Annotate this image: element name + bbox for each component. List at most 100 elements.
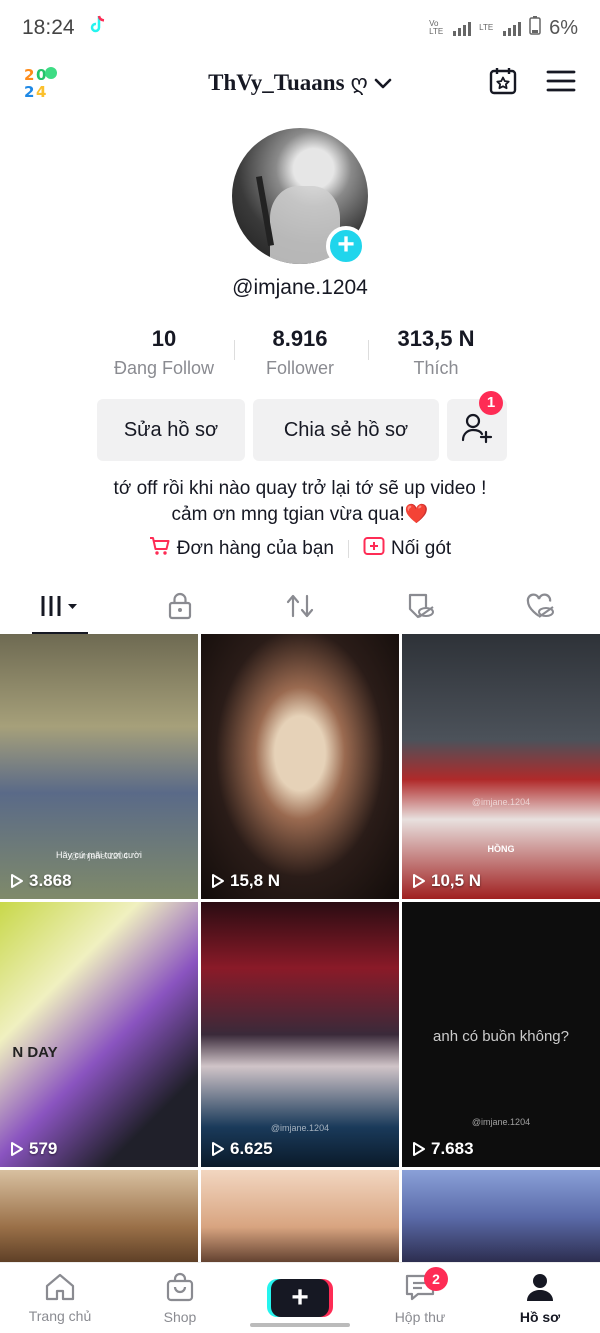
plus-square-icon	[363, 536, 385, 562]
tab-videos[interactable]	[0, 582, 120, 634]
year-2024-logo-icon[interactable]: 2 0 2 4	[22, 64, 58, 101]
view-count-value: 7.683	[431, 1139, 474, 1158]
view-count: 579	[10, 1139, 57, 1159]
stat-following-label: Đang Follow	[113, 358, 215, 378]
content-tabs	[0, 582, 600, 634]
view-count: 7.683	[412, 1139, 474, 1159]
video-thumbnail[interactable]: Hãy cứ mãi tươi cười @imjane.1204 3.868	[0, 634, 198, 899]
stat-following[interactable]: 10 Đang Follow	[96, 326, 232, 379]
username-suffix: ღ	[350, 70, 368, 96]
volte-indicator: Vo LTE	[429, 19, 444, 36]
profile-links: Đơn hàng của bạn Nối gót	[0, 536, 600, 562]
svg-text:4: 4	[36, 83, 46, 100]
bio-line-2: cảm ơn mng tgian vừa qua!❤️	[171, 504, 429, 525]
profile-actions: Sửa hồ sơ Chia sẻ hồ sơ 1	[97, 391, 507, 461]
status-time: 18:24	[22, 16, 75, 39]
inbox-badge: 2	[424, 1267, 448, 1291]
battery-level: 6%	[549, 16, 578, 39]
video-thumbnail[interactable]: 15,8 N	[201, 634, 399, 899]
add-yours-link[interactable]: Nối gót	[363, 536, 451, 562]
tab-private[interactable]	[120, 582, 240, 634]
stat-followers-value: 8.916	[272, 326, 328, 351]
tab-reposts[interactable]	[240, 582, 360, 634]
video-watermark: @imjane.1204	[471, 1117, 531, 1127]
view-count: 15,8 N	[211, 871, 280, 891]
battery-icon	[529, 15, 541, 41]
status-bar: 18:24 Vo LTE LTE 6%	[0, 0, 600, 56]
home-icon	[44, 1273, 76, 1304]
stat-following-value: 10	[151, 326, 177, 351]
lte-indicator: LTE	[479, 23, 494, 32]
creator-calendar-icon[interactable]	[488, 66, 518, 101]
video-grid: Hãy cứ mãi tươi cười @imjane.1204 3.868 …	[0, 634, 600, 1265]
add-user-icon	[460, 410, 494, 450]
share-profile-button[interactable]: Chia sẻ hồ sơ	[253, 399, 439, 461]
stat-likes-label: Thích	[413, 358, 459, 378]
orders-link[interactable]: Đơn hàng của bạn	[149, 536, 334, 562]
add-friends-badge: 1	[479, 391, 503, 415]
chevron-down-icon	[374, 70, 392, 96]
nav-inbox-label: Hộp thư	[394, 1308, 446, 1325]
stat-followers[interactable]: 8.916 Follower	[232, 326, 368, 379]
video-thumbnail[interactable]	[402, 1170, 600, 1265]
add-yours-label: Nối gót	[390, 538, 452, 559]
video-thumbnail[interactable]: N DAY 579	[0, 902, 198, 1167]
tab-favorites[interactable]	[360, 582, 480, 634]
user-handle: @imjane.1204	[232, 276, 368, 299]
bookmark-hidden-icon	[405, 592, 435, 625]
video-caption: HỒNG	[487, 844, 515, 854]
grid-videos-icon	[38, 593, 82, 624]
shopping-bag-icon	[165, 1272, 195, 1305]
add-friends-button[interactable]: 1	[447, 391, 507, 461]
video-thumbnail[interactable]	[201, 1170, 399, 1265]
view-count: 10,5 N	[412, 871, 481, 891]
svg-text:2: 2	[24, 66, 34, 84]
video-thumbnail[interactable]: anh có buồn không? @imjane.1204 7.683	[402, 902, 600, 1167]
tiktok-notification-icon	[89, 15, 107, 41]
nav-profile[interactable]: Hồ sơ	[480, 1263, 600, 1333]
tab-liked[interactable]	[480, 582, 600, 634]
heart-hidden-icon	[525, 592, 555, 625]
profile-header: 2 0 2 4 ThVy_Tuaans ღ	[0, 56, 600, 110]
links-divider	[347, 540, 349, 558]
svg-text:0: 0	[36, 66, 46, 84]
create-plus-icon[interactable]: +	[271, 1279, 329, 1317]
stat-likes-value: 313,5 N	[397, 326, 475, 351]
video-caption: N DAY	[12, 1044, 58, 1061]
nav-inbox[interactable]: Hộp thư 2	[360, 1263, 480, 1333]
account-switcher[interactable]: ThVy_Tuaans ღ	[208, 70, 392, 96]
video-thumbnail[interactable]	[0, 1170, 198, 1265]
edit-profile-button[interactable]: Sửa hồ sơ	[97, 399, 245, 461]
view-count-value: 10,5 N	[431, 871, 482, 890]
stat-likes[interactable]: 313,5 N Thích	[368, 326, 504, 379]
nav-profile-label: Hồ sơ	[519, 1308, 561, 1325]
view-count-value: 15,8 N	[230, 871, 281, 890]
add-photo-plus-icon[interactable]: +	[326, 226, 366, 266]
view-count-value: 579	[29, 1139, 58, 1158]
profile-person-icon	[525, 1272, 555, 1305]
lock-icon	[167, 592, 193, 625]
avatar-container[interactable]: +	[232, 128, 368, 266]
view-count-value: 3.868	[29, 871, 72, 890]
nav-shop[interactable]: Shop	[120, 1263, 240, 1333]
signal-icon	[453, 20, 472, 36]
video-watermark: @imjane.1204	[69, 851, 129, 861]
view-count: 6.625	[211, 1139, 273, 1159]
nav-shop-label: Shop	[163, 1308, 197, 1325]
view-count-value: 6.625	[230, 1139, 273, 1158]
stat-divider	[368, 340, 369, 360]
view-count: 3.868	[10, 871, 72, 891]
video-thumbnail[interactable]: HỒNG @imjane.1204 10,5 N	[402, 634, 600, 899]
stat-followers-label: Follower	[265, 358, 335, 378]
svg-text:2: 2	[24, 83, 34, 100]
nav-home-label: Trang chủ	[28, 1307, 92, 1324]
menu-icon[interactable]	[546, 68, 576, 99]
video-caption: anh có buồn không?	[433, 1028, 569, 1045]
nav-home[interactable]: Trang chủ	[0, 1263, 120, 1333]
video-watermark: @imjane.1204	[471, 797, 531, 807]
stat-divider	[234, 340, 235, 360]
bio-line-1: tớ off rồi khi nào quay trở lại tớ sẽ up…	[113, 478, 487, 499]
profile-stats: 10 Đang Follow 8.916 Follower 313,5 N Th…	[96, 326, 504, 379]
video-thumbnail[interactable]: @imjane.1204 6.625	[201, 902, 399, 1167]
orders-label: Đơn hàng của bạn	[176, 538, 334, 559]
